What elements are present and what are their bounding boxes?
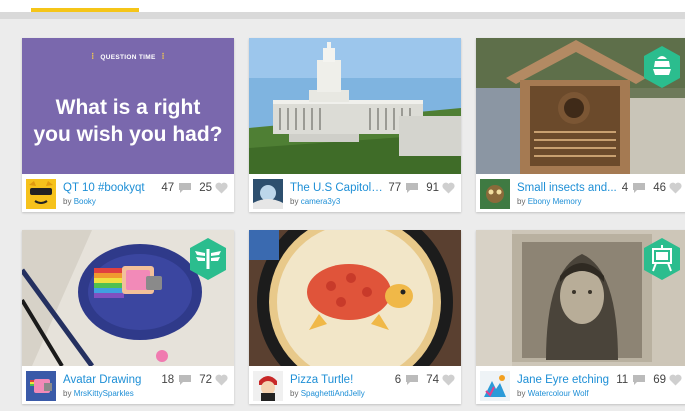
comment-count: 4 <box>621 182 629 194</box>
by-label: by <box>290 389 299 398</box>
avatar[interactable] <box>26 371 56 401</box>
comment-count: 6 <box>394 374 402 386</box>
card-stats: 47 25 <box>157 182 228 194</box>
author-link[interactable]: MrsKittySparkles <box>74 389 134 398</box>
card-title[interactable]: The U.S Capitol B... <box>290 182 384 194</box>
insect-hotel-thumbnail[interactable] <box>476 38 685 174</box>
avatar-drawing-thumbnail[interactable] <box>22 230 234 366</box>
project-card[interactable]: Small insects and... by Ebony Memory 4 4… <box>476 38 685 212</box>
project-card[interactable]: ⁝ QUESTION TIME ⁝ What is a right you wish… <box>22 38 234 212</box>
jane-eyre-etching-thumbnail[interactable] <box>476 230 685 366</box>
like-count: 74 <box>426 374 439 386</box>
heart-icon[interactable] <box>215 182 228 194</box>
card-title[interactable]: Jane Eyre etching <box>517 374 617 386</box>
by-label: by <box>63 197 72 206</box>
badge-wings-icon <box>188 237 228 281</box>
by-label: by <box>290 197 299 206</box>
comment-count: 11 <box>616 374 629 386</box>
comment-icon <box>406 375 419 385</box>
card-byline: by Watercolour Wolf <box>517 389 589 398</box>
author-link[interactable]: Watercolour Wolf <box>528 389 589 398</box>
author-link[interactable]: camera3y3 <box>301 197 341 206</box>
like-count: 25 <box>199 182 212 194</box>
avatar[interactable] <box>253 371 283 401</box>
question-text: What is a right you wish you had? <box>22 94 234 148</box>
card-title[interactable]: Small insects and... <box>517 182 617 194</box>
badge-beehive-icon <box>642 45 682 89</box>
avatar[interactable] <box>480 371 510 401</box>
card-stats: 4 46 <box>618 182 682 194</box>
sparkle-icon: ⁝ <box>91 51 95 61</box>
card-stats: 18 72 <box>157 374 228 386</box>
card-meta: Jane Eyre etching by Watercolour Wolf 11… <box>476 366 685 404</box>
like-count: 69 <box>653 374 666 386</box>
card-title[interactable]: Avatar Drawing <box>63 374 159 386</box>
comment-count: 77 <box>388 182 402 194</box>
question-time-thumbnail[interactable]: ⁝ QUESTION TIME ⁝ What is a right you wish… <box>22 38 234 174</box>
card-stats: 11 69 <box>612 374 682 386</box>
project-card[interactable]: Jane Eyre etching by Watercolour Wolf 11… <box>476 230 685 404</box>
nav-divider <box>0 12 685 19</box>
card-meta: Pizza Turtle! by SpaghettiAndJelly 6 74 <box>249 366 461 404</box>
badge-easel-icon <box>642 237 682 281</box>
project-card[interactable]: The U.S Capitol B... by camera3y3 77 91 <box>249 38 461 212</box>
card-byline: by Ebony Memory <box>517 197 581 206</box>
heart-icon[interactable] <box>442 182 455 194</box>
author-link[interactable]: Booky <box>74 197 96 206</box>
avatar[interactable] <box>253 179 283 209</box>
heart-icon[interactable] <box>669 374 682 386</box>
by-label: by <box>517 197 526 206</box>
like-count: 91 <box>426 182 439 194</box>
heart-icon[interactable] <box>669 182 682 194</box>
card-meta: QT 10 #bookyqt by Booky 47 25 <box>22 174 234 212</box>
comment-icon <box>406 183 419 193</box>
like-count: 72 <box>199 374 212 386</box>
by-label: by <box>517 389 526 398</box>
sparkle-icon: ⁝ <box>161 51 165 61</box>
top-nav-bar <box>0 0 685 19</box>
capitol-building-thumbnail[interactable] <box>249 38 461 174</box>
pizza-turtle-thumbnail[interactable] <box>249 230 461 366</box>
project-card[interactable]: Pizza Turtle! by SpaghettiAndJelly 6 74 <box>249 230 461 404</box>
comment-count: 47 <box>161 182 175 194</box>
question-line-1: What is a right <box>55 96 201 119</box>
avatar[interactable] <box>480 179 510 209</box>
card-byline: by SpaghettiAndJelly <box>290 389 365 398</box>
comment-count: 18 <box>161 374 175 386</box>
card-meta: Avatar Drawing by MrsKittySparkles 18 72 <box>22 366 234 404</box>
like-count: 46 <box>653 182 666 194</box>
heart-icon[interactable] <box>215 374 228 386</box>
comment-icon <box>633 183 646 193</box>
avatar[interactable] <box>26 179 56 209</box>
comment-icon <box>633 375 646 385</box>
question-time-heading: ⁝ QUESTION TIME ⁝ <box>22 51 234 62</box>
author-link[interactable]: Ebony Memory <box>528 197 582 206</box>
card-title[interactable]: Pizza Turtle! <box>290 374 380 386</box>
card-stats: 77 91 <box>384 182 455 194</box>
card-title[interactable]: QT 10 #bookyqt <box>63 182 153 194</box>
card-byline: by camera3y3 <box>290 197 340 206</box>
card-stats: 6 74 <box>391 374 455 386</box>
heart-icon[interactable] <box>442 374 455 386</box>
by-label: by <box>63 389 72 398</box>
thumb-heading: QUESTION TIME <box>100 54 156 61</box>
card-meta: The U.S Capitol B... by camera3y3 77 91 <box>249 174 461 212</box>
card-byline: by MrsKittySparkles <box>63 389 134 398</box>
card-meta: Small insects and... by Ebony Memory 4 4… <box>476 174 685 212</box>
project-card[interactable]: Avatar Drawing by MrsKittySparkles 18 72 <box>22 230 234 404</box>
card-byline: by Booky <box>63 197 96 206</box>
question-line-2: you wish you had? <box>33 123 223 146</box>
author-link[interactable]: SpaghettiAndJelly <box>301 389 365 398</box>
comment-icon <box>179 375 192 385</box>
comment-icon <box>179 183 192 193</box>
